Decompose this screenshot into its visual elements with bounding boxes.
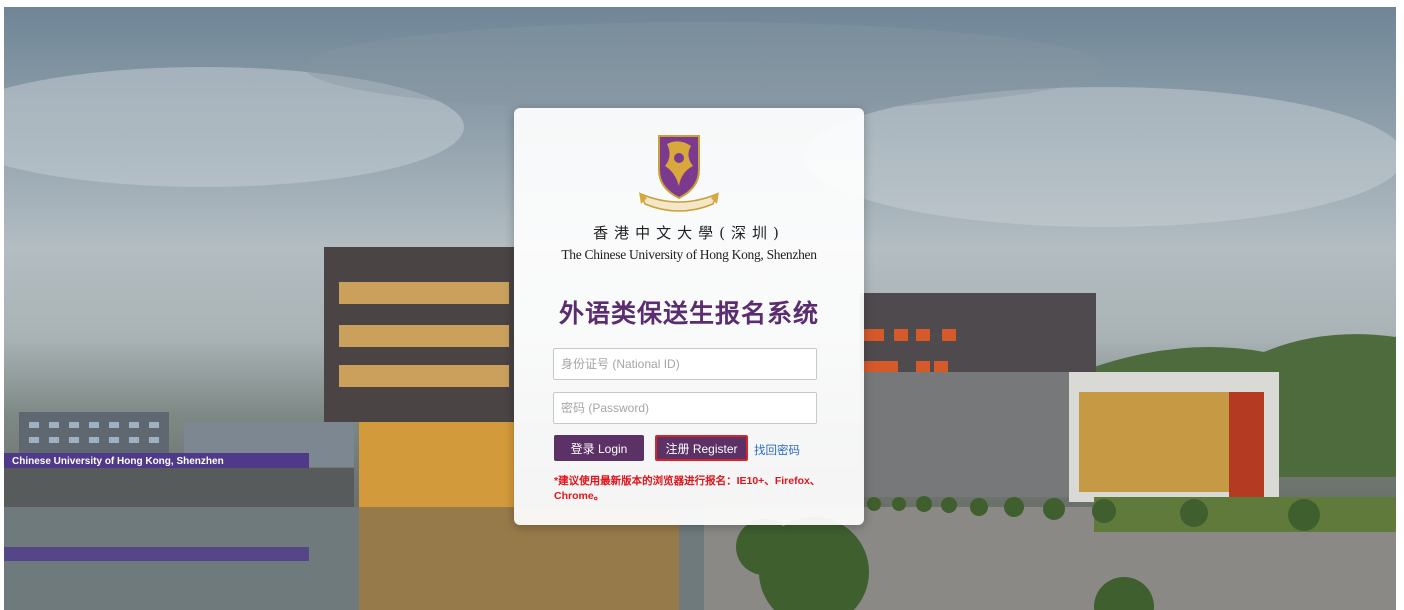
forgot-password-link[interactable]: 找回密码 [754,442,800,458]
banner-text: Chinese University of Hong Kong, Shenzhe… [12,456,224,467]
register-button[interactable]: 注册 Register [655,435,748,461]
password-input[interactable] [553,392,817,424]
login-button[interactable]: 登录 Login [554,435,644,461]
login-card: 香港中文大學(深圳) The Chinese University of Hon… [514,108,864,525]
cuhk-crest-icon [639,135,719,212]
browser-notice: *建议使用最新版本的浏览器进行报名：IE10+、Firefox、Chrome。 [554,475,821,502]
campus-background: Chinese University of Hong Kong, Shenzhe… [4,7,1396,610]
page-title: 外语类保送生报名系统 [558,299,819,328]
university-name-en: The Chinese University of Hong Kong, She… [561,247,817,262]
university-name-cn: 香港中文大學(深圳) [593,224,785,242]
national-id-input[interactable] [553,348,817,380]
